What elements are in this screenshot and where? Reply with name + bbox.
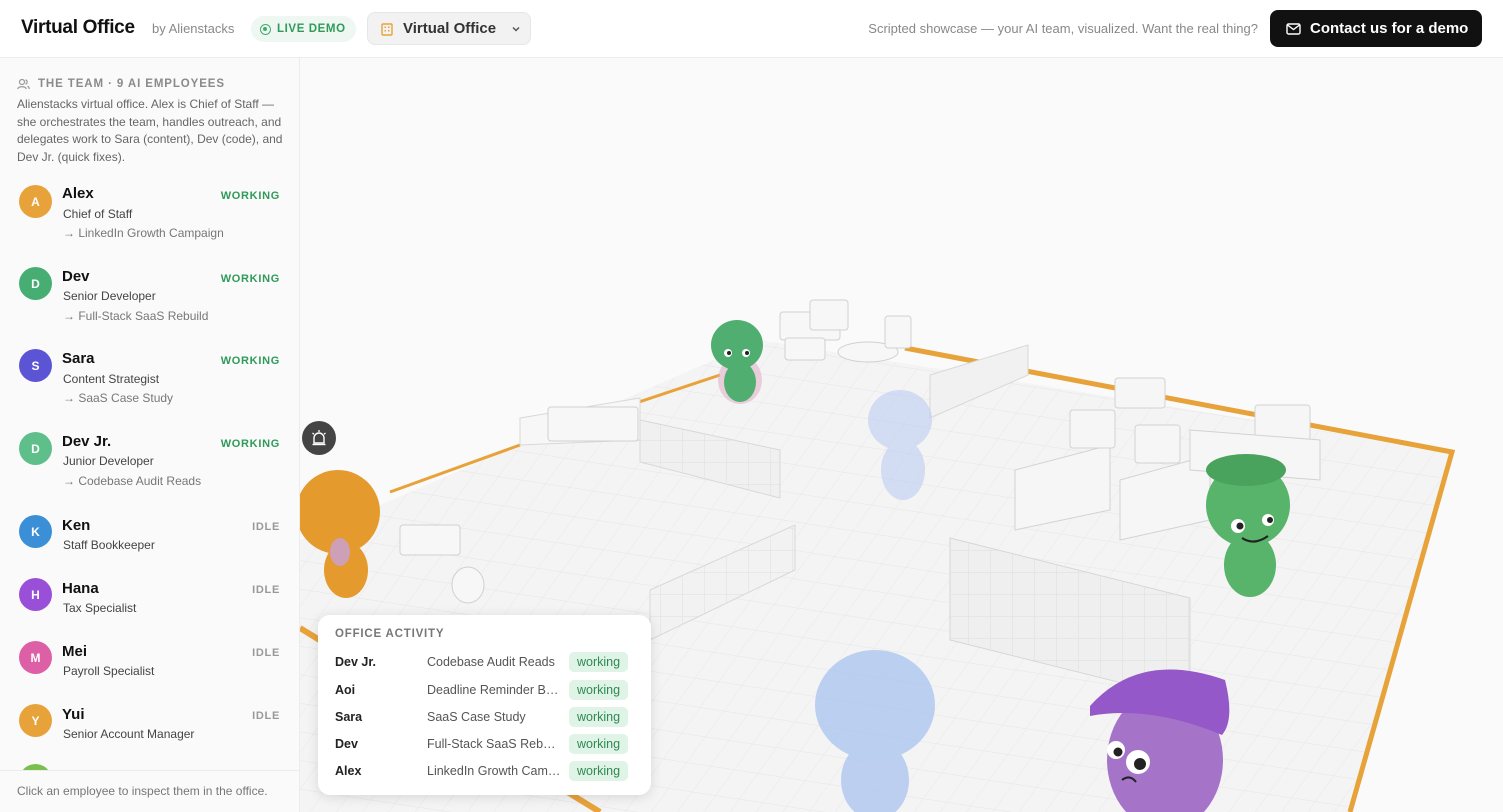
office-activity-panel: OFFICE ACTIVITY Dev Jr. Codebase Audit R… [318,615,651,795]
employee-item-ken[interactable]: K Ken Staff Bookkeeper IDLE [0,515,299,561]
employee-name: Dev Jr. [62,433,112,450]
activity-task: Deadline Reminder Batch [427,683,561,697]
employee-role: Senior Account Manager [63,727,195,741]
team-description: Alienstacks virtual office. Alex is Chie… [17,97,283,164]
activity-task: LinkedIn Growth Campaign [427,764,561,778]
office-selector[interactable]: Virtual Office [367,12,531,45]
activity-employee: Dev Jr. [335,655,377,669]
activity-title: OFFICE ACTIVITY [335,628,445,640]
avatar: D [19,432,52,465]
brand-byline: by Alienstacks [152,21,235,36]
employee-role: Senior Developer [63,289,156,303]
employee-task: → Full-Stack SaaS Rebuild [63,309,209,323]
employee-role: Payroll Specialist [63,664,155,678]
live-dot-icon [260,23,271,35]
employee-name: Mei [62,643,88,660]
avatar: Y [19,704,52,737]
avatar: H [19,578,52,611]
avatar: S [19,349,52,382]
status-badge: IDLE [252,521,280,533]
employee-item-alex[interactable]: A Alex Chief of Staff → LinkedIn Growth … [0,183,299,245]
office-selector-label: Virtual Office [403,20,497,37]
employee-item-hana[interactable]: H Hana Tax Specialist IDLE [0,578,299,624]
activity-status-badge: working [569,652,629,672]
chevron-down-icon [512,26,520,32]
activity-row[interactable]: Sara SaaS Case Study working [335,707,635,727]
status-badge: WORKING [220,355,280,367]
employee-name: Ken [62,517,91,534]
employee-role: Tax Specialist [63,601,137,615]
activity-status-badge: working [569,734,629,754]
employee-task: → SaaS Case Study [63,391,174,405]
employee-name: Yui [62,706,85,723]
team-heading-label: THE TEAM · 9 AI EMPLOYEES [38,78,225,90]
brand-title[interactable]: Virtual Office [21,17,135,39]
activity-employee: Dev [335,737,358,751]
employee-name: Hana [62,580,99,597]
activity-row[interactable]: Alex LinkedIn Growth Campaign working [335,761,635,781]
siren-icon [312,430,326,446]
activity-status-badge: working [569,707,629,727]
avatar: M [19,641,52,674]
live-demo-badge: LIVE DEMO [251,16,356,42]
avatar: A [19,185,52,218]
mail-icon [1286,22,1301,35]
status-badge: WORKING [220,190,280,202]
employee-task: → LinkedIn Growth Campaign [63,226,224,240]
building-icon [381,22,393,36]
employee-name: Dev [62,268,90,285]
tagline: Scripted showcase — your AI team, visual… [868,21,1258,36]
employee-item-dev[interactable]: D Dev Senior Developer → Full-Stack SaaS… [0,266,299,328]
employee-role: Content Strategist [63,372,160,386]
status-badge: IDLE [252,647,280,659]
alarm-button[interactable] [302,421,336,455]
activity-employee: Aoi [335,683,356,697]
employee-item-mei[interactable]: M Mei Payroll Specialist IDLE [0,641,299,687]
activity-employee: Alex [335,764,362,778]
employee-item-dev-jr[interactable]: D Dev Jr. Junior Developer → Codebase Au… [0,432,299,494]
activity-task: Codebase Audit Reads [427,655,555,669]
activity-row[interactable]: Dev Jr. Codebase Audit Reads working [335,652,635,672]
top-bar: Virtual Office by Alienstacks LIVE DEMO … [0,0,1503,58]
employee-item-yui[interactable]: Y Yui Senior Account Manager IDLE [0,704,299,750]
employee-item-sara[interactable]: S Sara Content Strategist → SaaS Case St… [0,349,299,411]
sidebar-footer-hint: Click an employee to inspect them in the… [0,770,299,812]
employee-role: Staff Bookkeeper [63,538,155,552]
status-badge: WORKING [220,273,280,285]
team-sidebar: THE TEAM · 9 AI EMPLOYEES Alienstacks vi… [0,58,300,812]
status-badge: IDLE [252,584,280,596]
activity-task: SaaS Case Study [427,710,526,724]
activity-status-badge: working [569,680,629,700]
activity-task: Full-Stack SaaS Rebuild [427,737,561,751]
contact-demo-label: Contact us for a demo [1310,20,1469,37]
status-badge: WORKING [220,438,280,450]
employee-role: Chief of Staff [63,207,133,221]
employee-name: Alex [62,185,94,202]
employee-task: → Codebase Audit Reads [63,474,202,488]
avatar: D [19,267,52,300]
activity-row[interactable]: Dev Full-Stack SaaS Rebuild working [335,734,635,754]
employee-role: Junior Developer [63,454,154,468]
activity-status-badge: working [569,761,629,781]
live-demo-label: LIVE DEMO [277,23,346,35]
users-icon [17,78,30,90]
employee-name: Sara [62,350,95,367]
status-badge: IDLE [252,710,280,722]
avatar: K [19,515,52,548]
activity-employee: Sara [335,710,363,724]
contact-demo-button[interactable]: Contact us for a demo [1270,10,1482,47]
team-heading: THE TEAM · 9 AI EMPLOYEES [17,78,225,90]
activity-row[interactable]: Aoi Deadline Reminder Batch working [335,680,635,700]
